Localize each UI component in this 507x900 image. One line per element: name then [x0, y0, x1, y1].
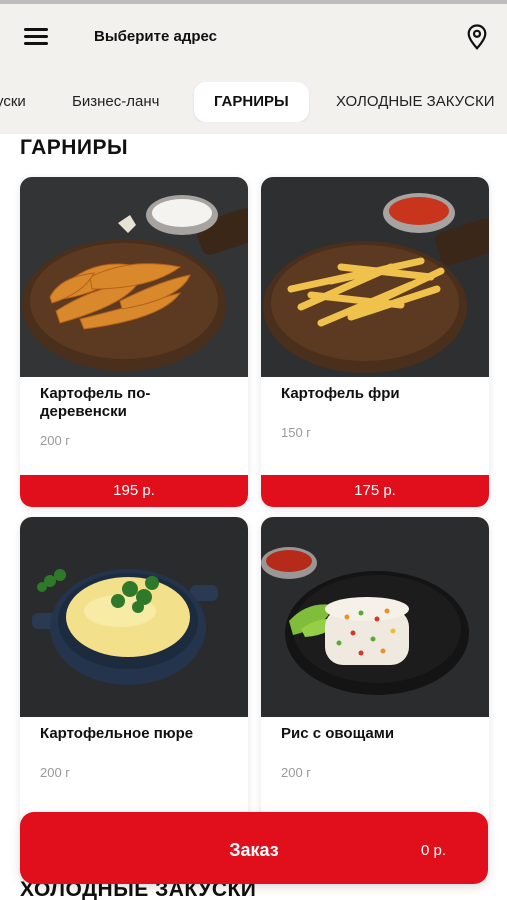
menu-content: ГАРНИРЫ Картофель по-деревенски 200 г 19…	[0, 134, 507, 900]
order-label: Заказ	[229, 840, 279, 860]
tab-business-lunch[interactable]: Бизнес-ланч	[72, 82, 159, 122]
product-card[interactable]: Картофельное пюре 200 г	[20, 517, 248, 827]
order-button[interactable]: Заказ 0 р.	[20, 812, 488, 884]
app-header: Выберите адрес	[0, 4, 507, 68]
tab-cold-snacks-partial[interactable]: уски	[0, 82, 26, 122]
product-weight: 200 г	[40, 433, 71, 448]
select-address-button[interactable]: Выберите адрес	[94, 28, 217, 45]
product-image-mashed-potatoes	[20, 517, 248, 717]
product-name: Рис с овощами	[281, 725, 395, 742]
product-weight: 200 г	[40, 765, 71, 780]
order-total: 0 р.	[420, 842, 446, 859]
tab-cold-snacks[interactable]: ХОЛОДНЫЕ ЗАКУСКИ	[336, 82, 494, 122]
tab-garnishes[interactable]: ГАРНИРЫ	[194, 82, 309, 122]
add-to-cart-price-button[interactable]: 195 р.	[20, 475, 248, 507]
product-image-rice-with-vegetables	[261, 517, 489, 717]
product-card[interactable]: Рис с овощами 200 г	[261, 517, 489, 827]
product-image-french-fries	[261, 177, 489, 377]
add-to-cart-price-button[interactable]: 175 р.	[261, 475, 489, 507]
product-image-potato-wedges	[20, 177, 248, 377]
product-name: Картофельное пюре	[40, 725, 194, 742]
product-card[interactable]: Картофель фри 150 г 175 р.	[261, 177, 489, 507]
product-name: Картофель по-деревенски	[40, 385, 151, 420]
map-pin-icon[interactable]	[466, 24, 488, 50]
section-title-garnishes: ГАРНИРЫ	[20, 136, 129, 159]
product-weight: 150 г	[281, 425, 312, 440]
hamburger-menu-icon[interactable]	[24, 28, 48, 46]
category-tabs: уски Бизнес-ланч ГАРНИРЫ ХОЛОДНЫЕ ЗАКУСК…	[0, 82, 507, 122]
product-weight: 200 г	[281, 765, 312, 780]
product-name: Картофель фри	[281, 385, 400, 402]
product-card[interactable]: Картофель по-деревенски 200 г 195 р.	[20, 177, 248, 507]
